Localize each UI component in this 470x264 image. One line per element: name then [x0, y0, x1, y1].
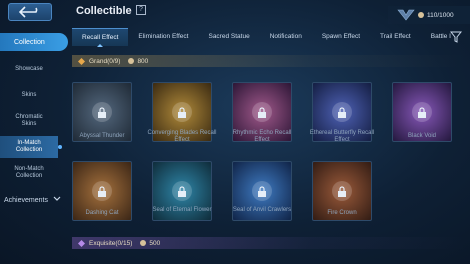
tab-recall-effect[interactable]: Recall Effect [72, 28, 129, 46]
lock-icon [332, 102, 352, 122]
collectible-card[interactable]: Fire Crown [312, 161, 372, 231]
collection-counter: 110/1000 [388, 6, 470, 24]
sidebar-item-label: Chromatic Skins [15, 114, 43, 127]
page-title: Collectible [76, 5, 132, 17]
category-tabs: Recall Effect Elimination Effect Sacred … [72, 28, 470, 46]
section-exquisite: Exquisite(0/15) 500 [72, 237, 470, 249]
lock-icon [332, 181, 352, 201]
v-emblem-icon [397, 9, 415, 21]
exquisite-badge-icon [78, 239, 85, 247]
item-name: Ethereal Butterfly Recall Effect [309, 130, 375, 143]
counter-value: 110/1000 [427, 11, 454, 19]
grand-badge-icon [78, 57, 85, 65]
collectible-card[interactable]: Black Void [392, 82, 452, 152]
item-name: Black Void [407, 133, 437, 139]
sidebar-item-in-match-collection[interactable]: In-Match Collection [0, 136, 62, 158]
tab-spawn-effect[interactable]: Spawn Effect [312, 28, 370, 46]
tab-trail-effect[interactable]: Trail Effect [370, 28, 421, 46]
info-icon[interactable]: ? [136, 5, 146, 15]
section-points: 500 [149, 239, 161, 247]
filter-icon[interactable] [450, 31, 462, 43]
sidebar-item-showcase[interactable]: Showcase [0, 66, 58, 73]
back-arrow-icon [19, 6, 38, 18]
collectible-card[interactable]: Ethereal Butterfly Recall Effect [310, 82, 374, 152]
item-name: Seal of Eternal Flower [152, 207, 212, 213]
sidebar-item-collection[interactable]: Collection [0, 33, 68, 51]
collectible-card[interactable]: Dashing Cat [72, 161, 132, 231]
collectible-card[interactable]: Abyssal Thunder [72, 82, 132, 152]
coin-icon [128, 58, 135, 64]
section-grand: Grand(0/9) 800 [72, 55, 470, 67]
sidebar-item-label: Skins [21, 92, 37, 98]
sidebar-item-achievements[interactable]: Achievements [0, 196, 68, 204]
sidebar-item-non-match-collection[interactable]: Non-Match Collection [0, 166, 58, 180]
lock-icon [412, 102, 432, 122]
chevron-down-icon [53, 196, 61, 201]
sidebar-item-chromatic-skins[interactable]: Chromatic Skins [0, 114, 58, 128]
section-label: Grand(0/9) [89, 57, 121, 65]
sidebar-item-label: Showcase [15, 66, 43, 72]
collectible-card[interactable]: Converging Blades Recall Effect [147, 82, 217, 152]
item-name: Rhythmic Echo Recall Effect [232, 130, 292, 143]
back-button[interactable] [8, 3, 52, 21]
lock-icon [172, 181, 192, 201]
coin-icon [418, 12, 424, 18]
lock-icon [172, 102, 192, 122]
top-bar: Collectible ? 110/1000 [0, 0, 470, 26]
sidebar: Collection Showcase Skins Chromatic Skin… [0, 30, 68, 264]
sidebar-item-label: Achievements [4, 197, 48, 204]
section-label: Exquisite(0/15) [89, 239, 133, 247]
tab-elimination-effect[interactable]: Elimination Effect [128, 28, 198, 46]
sidebar-item-label: Collection [14, 38, 45, 46]
collectible-card[interactable]: Seal of Anvil Crawlers [232, 161, 292, 231]
section-points: 800 [137, 57, 149, 65]
lock-icon [252, 181, 272, 201]
lock-icon [92, 102, 112, 122]
lock-icon [92, 181, 112, 201]
sidebar-item-label: In-Match Collection [15, 140, 43, 153]
tab-notification[interactable]: Notification [260, 28, 312, 46]
item-name: Seal of Anvil Crawlers [232, 207, 292, 213]
item-name: Abyssal Thunder [79, 133, 125, 139]
item-name: Fire Crown [327, 210, 357, 216]
sidebar-item-skins[interactable]: Skins [0, 92, 58, 99]
collectible-card[interactable]: Seal of Eternal Flower [152, 161, 212, 231]
lock-icon [252, 102, 272, 122]
tab-sacred-statue[interactable]: Sacred Statue [198, 28, 259, 46]
collectible-card[interactable]: Rhythmic Echo Recall Effect [232, 82, 292, 152]
coin-icon [140, 240, 147, 246]
item-name: Converging Blades Recall Effect [147, 130, 217, 143]
item-name: Dashing Cat [85, 210, 119, 216]
sidebar-item-label: Non-Match Collection [14, 166, 44, 179]
collectible-grid: Abyssal Thunder Converging Blades Recall… [72, 80, 470, 236]
